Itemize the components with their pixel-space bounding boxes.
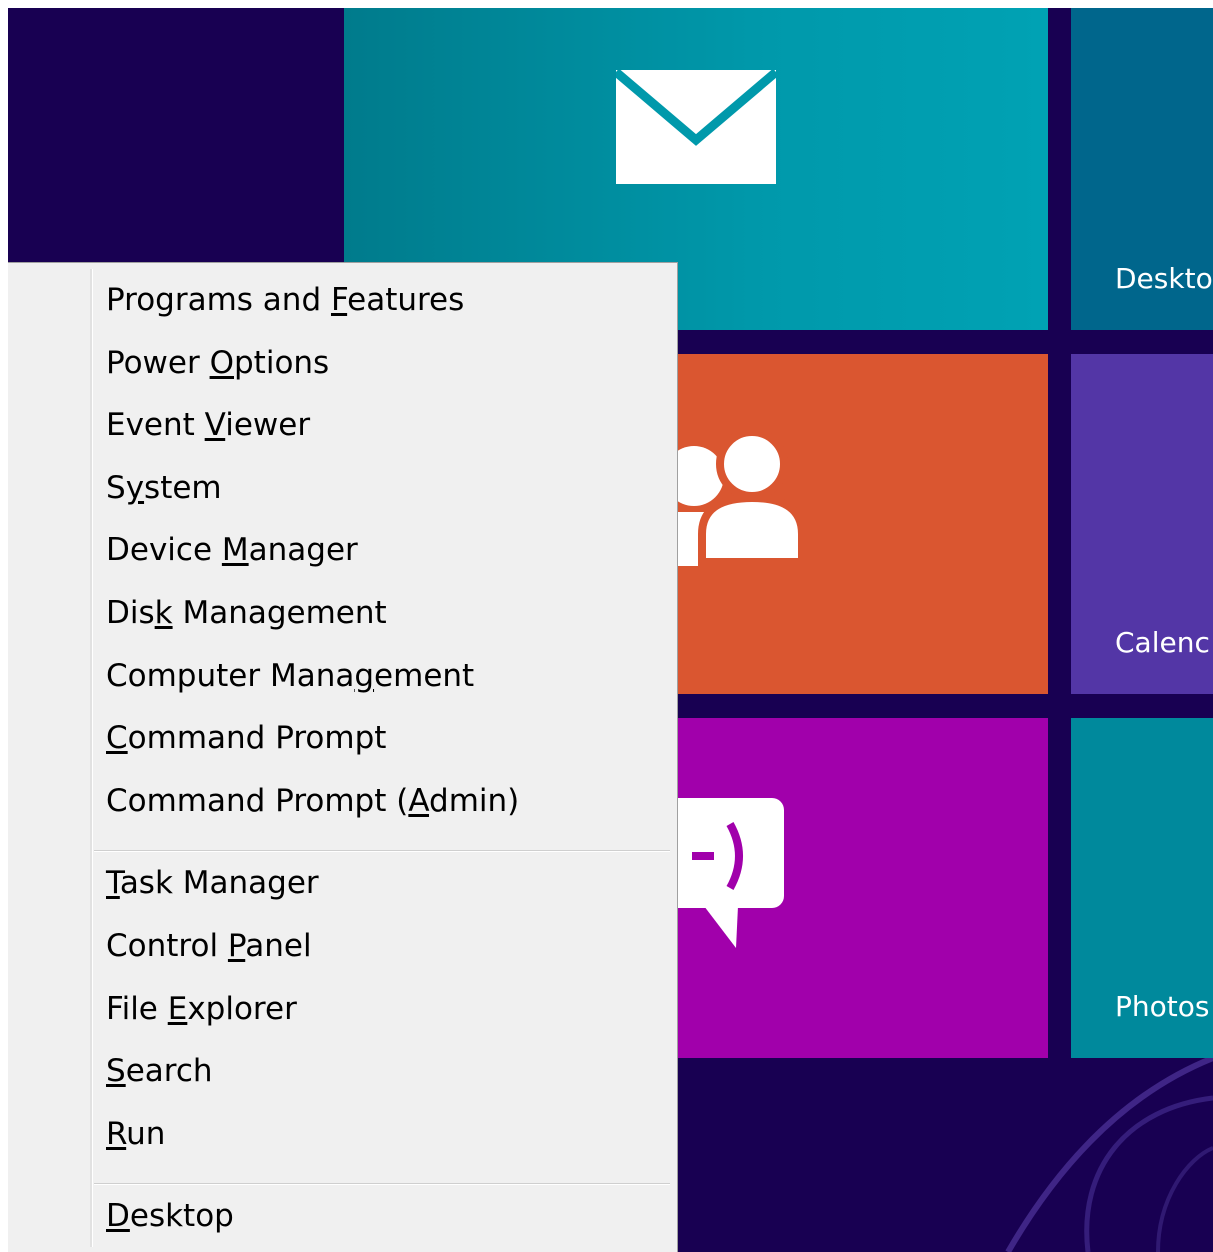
mail-icon <box>616 70 776 184</box>
menu-item-command-prompt-admin[interactable]: Command Prompt (Admin) <box>106 773 519 829</box>
menu-item-file-explorer[interactable]: File Explorer <box>106 981 297 1037</box>
desktop-tile[interactable]: Deskto <box>1071 8 1213 330</box>
menu-item-system[interactable]: System <box>106 460 222 516</box>
menu-item-search[interactable]: Search <box>106 1043 213 1099</box>
menu-item-task-manager[interactable]: Task Manager <box>106 855 319 911</box>
menu-separator <box>94 850 670 852</box>
menu-item-power-options[interactable]: Power Options <box>106 335 329 391</box>
menu-item-disk-management[interactable]: Disk Management <box>106 585 387 641</box>
menu-item-device-manager[interactable]: Device Manager <box>106 522 358 578</box>
menu-separator <box>94 1183 670 1185</box>
quick-link-menu: Programs and Features Power Options Event … <box>8 262 678 1252</box>
calendar-tile-label: Calenc <box>1115 626 1210 659</box>
calendar-tile[interactable]: Calenc <box>1071 354 1213 694</box>
photos-tile[interactable]: Photos <box>1071 718 1213 1058</box>
menu-gutter <box>90 269 93 1247</box>
menu-item-desktop[interactable]: Desktop <box>106 1188 234 1244</box>
photos-tile-label: Photos <box>1115 990 1210 1023</box>
menu-item-control-panel[interactable]: Control Panel <box>106 918 312 974</box>
menu-item-command-prompt[interactable]: Command Prompt <box>106 710 386 766</box>
desktop-tile-label: Deskto <box>1115 262 1213 295</box>
menu-item-computer-management[interactable]: Computer Management <box>106 648 474 704</box>
menu-item-run[interactable]: Run <box>106 1106 165 1162</box>
menu-item-programs-and-features[interactable]: Programs and Features <box>106 272 464 328</box>
menu-item-event-viewer[interactable]: Event Viewer <box>106 397 310 453</box>
